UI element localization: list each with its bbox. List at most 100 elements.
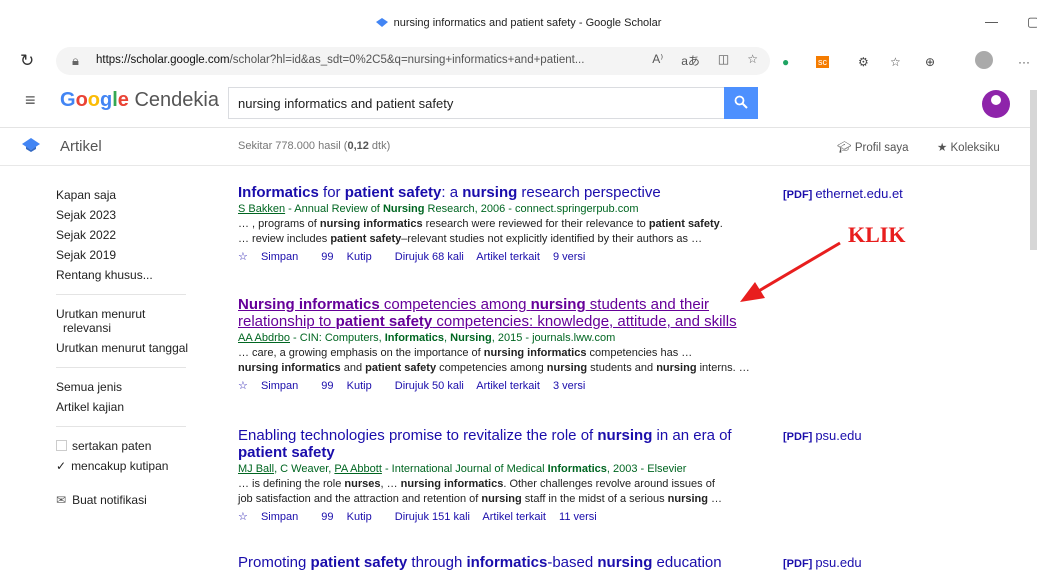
save-button[interactable]: ☆ Simpan	[238, 251, 308, 263]
scholar-cap-icon	[22, 138, 40, 152]
result-snippet: … , programs of nursing informatics rese…	[238, 218, 723, 245]
graduation-cap-icon: 🎓︎	[837, 142, 852, 154]
my-library-link[interactable]: ★ Koleksiku	[937, 140, 1000, 154]
pdf-link[interactable]: [PDF] psu.edu	[783, 555, 862, 570]
address-bar[interactable]: 🔒︎ https://scholar.google.com/scholar?hl…	[56, 47, 770, 75]
my-profile-link[interactable]: 🎓︎ Profil saya	[837, 140, 909, 154]
result-title-link[interactable]: Informatics for patient safety: a nursin…	[238, 184, 778, 201]
checkbox-unchecked-icon[interactable]	[56, 440, 67, 451]
result-actions: ☆ Simpan 99 Kutip Dirujuk 151 kali Artik…	[238, 510, 778, 523]
filters-sidebar: Kapan saja Sejak 2023 Sejak 2022 Sejak 2…	[56, 184, 196, 507]
search-result: Promoting patient safety through informa…	[238, 554, 778, 571]
filter-any-time[interactable]: Kapan saja	[56, 188, 196, 202]
read-aloud-icon[interactable]: A⁾	[652, 52, 663, 69]
sort-by-date[interactable]: Urutkan menurut tanggal	[56, 341, 196, 355]
result-title-link[interactable]: Nursing informatics competencies among n…	[238, 296, 778, 330]
account-avatar[interactable]	[982, 90, 1010, 118]
cited-by-link[interactable]: Dirujuk 50 kali	[395, 380, 464, 392]
result-meta: AA Abdrbo - CIN: Computers, Informatics,…	[238, 332, 616, 344]
search-icon	[734, 95, 748, 109]
cite-button[interactable]: 99 Kutip	[321, 511, 381, 523]
menu-icon[interactable]: ≡	[25, 90, 36, 111]
checkmark-icon[interactable]: ✓	[56, 459, 66, 473]
cited-by-link[interactable]: Dirujuk 68 kali	[395, 251, 464, 263]
add-favorite-icon[interactable]: ☆	[747, 52, 758, 69]
filter-since-2019[interactable]: Sejak 2019	[56, 248, 196, 262]
result-stats: Sekitar 778.000 hasil (0,12 dtk)	[238, 140, 391, 152]
related-articles-link[interactable]: Artikel terkait	[476, 251, 540, 263]
filter-all-types[interactable]: Semua jenis	[56, 380, 196, 394]
author-link[interactable]: PA Abbott	[334, 463, 382, 475]
url-text[interactable]: https://scholar.google.com/scholar?hl=id…	[96, 54, 584, 66]
author-link[interactable]: AA Abdrbo	[238, 332, 290, 344]
star-icon: ★	[937, 142, 948, 154]
lock-icon[interactable]: 🔒︎	[72, 53, 79, 69]
restore-icon[interactable]: ▢	[1027, 14, 1037, 30]
cite-button[interactable]: 99 Kutip	[321, 380, 381, 392]
author-link[interactable]: S Bakken	[238, 203, 285, 215]
scholar-header: ≡ Google Cendekia nursing informatics an…	[0, 78, 1037, 128]
refresh-icon[interactable]: ↻	[20, 51, 34, 71]
section-title: Artikel	[60, 138, 102, 155]
cited-by-link[interactable]: Dirujuk 151 kali	[395, 511, 470, 523]
search-result: Nursing informatics competencies among n…	[238, 296, 778, 392]
related-articles-link[interactable]: Artikel terkait	[482, 511, 546, 523]
quote-icon: 99	[321, 380, 334, 392]
pdf-link[interactable]: [PDF] ethernet.edu.et	[783, 186, 903, 201]
logo[interactable]: Google Cendekia	[60, 89, 219, 112]
filter-custom-range[interactable]: Rentang khusus...	[56, 268, 196, 282]
collections-icon[interactable]: ⊕	[925, 55, 935, 69]
grammarly-icon[interactable]: ●	[782, 55, 789, 69]
result-snippet: … care, a growing emphasis on the import…	[238, 347, 750, 374]
profile-avatar[interactable]	[975, 51, 993, 69]
versions-link[interactable]: 9 versi	[553, 251, 585, 263]
favorites-icon[interactable]: ☆	[890, 55, 901, 69]
include-citations-checkbox[interactable]: ✓ mencakup kutipan	[56, 459, 196, 473]
scrollbar[interactable]	[1030, 90, 1037, 250]
include-patents-checkbox[interactable]: sertakan paten	[56, 439, 196, 453]
browser-titlebar: nursing informatics and patient safety -…	[0, 0, 1037, 44]
more-icon[interactable]: ···	[1018, 55, 1030, 69]
filter-review-articles[interactable]: Artikel kajian	[56, 400, 196, 414]
divider	[56, 426, 186, 427]
filter-since-2023[interactable]: Sejak 2023	[56, 208, 196, 222]
result-snippet: … is defining the role nurses, … nursing…	[238, 478, 723, 505]
translate-icon[interactable]: aあ	[681, 52, 700, 69]
star-outline-icon: ☆	[238, 511, 248, 523]
related-articles-link[interactable]: Artikel terkait	[476, 380, 540, 392]
search-button[interactable]	[724, 87, 758, 119]
results-subheader: Artikel Sekitar 778.000 hasil (0,12 dtk)…	[0, 128, 1037, 166]
create-alert-link[interactable]: ✉ Buat notifikasi	[56, 493, 196, 507]
reader-view-icon[interactable]: ◫	[718, 52, 729, 69]
search-input[interactable]: nursing informatics and patient safety	[228, 87, 725, 119]
save-button[interactable]: ☆ Simpan	[238, 511, 308, 523]
star-outline-icon: ☆	[238, 251, 248, 263]
search-result: Enabling technologies promise to revital…	[238, 427, 778, 523]
sort-by-relevance[interactable]: Urutkan menurut relevansi	[56, 307, 196, 335]
result-title-link[interactable]: Enabling technologies promise to revital…	[238, 427, 778, 461]
result-actions: ☆ Simpan 99 Kutip Dirujuk 50 kali Artike…	[238, 379, 778, 392]
address-toolbar: ↻ 🔒︎ https://scholar.google.com/scholar?…	[0, 44, 1037, 78]
envelope-icon: ✉	[56, 493, 67, 507]
versions-link[interactable]: 11 versi	[559, 511, 597, 523]
pdf-link[interactable]: [PDF] psu.edu	[783, 428, 862, 443]
star-outline-icon: ☆	[238, 380, 248, 392]
scholar-favicon-icon	[375, 18, 388, 27]
result-meta: S Bakken - Annual Review of Nursing Rese…	[238, 203, 639, 215]
tab-title: nursing informatics and patient safety -…	[0, 17, 1037, 29]
author-link[interactable]: MJ Ball	[238, 463, 274, 475]
result-meta: MJ Ball, C Weaver, PA Abbott - Internati…	[238, 463, 687, 475]
scholar-button-icon[interactable]: sc	[816, 56, 829, 68]
extensions-icon[interactable]: ⚙	[858, 55, 869, 69]
search-result: Informatics for patient safety: a nursin…	[238, 184, 778, 263]
divider	[56, 367, 186, 368]
minimize-icon[interactable]: —	[985, 14, 998, 29]
filter-since-2022[interactable]: Sejak 2022	[56, 228, 196, 242]
address-bar-icons: A⁾ aあ ◫ ☆	[652, 52, 758, 69]
cite-button[interactable]: 99 Kutip	[321, 251, 381, 263]
red-arrow-icon	[740, 241, 841, 302]
save-button[interactable]: ☆ Simpan	[238, 380, 308, 392]
versions-link[interactable]: 3 versi	[553, 380, 585, 392]
result-title-link[interactable]: Promoting patient safety through informa…	[238, 554, 778, 571]
quote-icon: 99	[321, 511, 334, 523]
